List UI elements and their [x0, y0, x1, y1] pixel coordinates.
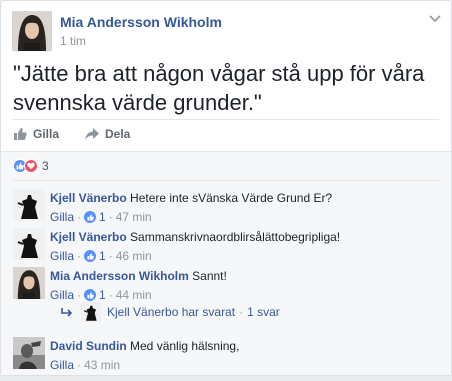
share-arrow-icon [85, 128, 99, 140]
like-icon [84, 289, 97, 301]
chevron-down-icon[interactable] [428, 14, 442, 24]
comment-author[interactable]: Kjell Vänerbo [50, 191, 127, 205]
comment-like-count[interactable]: 1 [99, 249, 106, 263]
separator: · [108, 210, 113, 224]
comment-text: Sannt! [192, 269, 227, 283]
replies-text: Kjell Vänerbo har svarat [107, 305, 236, 319]
comment-meta: Gilla · 1 · 46 min [50, 249, 152, 263]
comment-like-button[interactable]: Gilla [50, 288, 74, 302]
separator: · [77, 288, 82, 302]
like-icon [84, 211, 97, 223]
separator: · [77, 249, 82, 263]
reply-arrow-icon [61, 308, 73, 317]
separator: · [77, 358, 82, 372]
comment-text: Sammanskrivnaordblirsålättobegripliga! [130, 230, 341, 244]
comment-text: Hetere inte sVänska Värde Grund Er? [130, 191, 333, 205]
comment-like-count[interactable]: 1 [99, 288, 106, 302]
avatar[interactable] [13, 189, 45, 221]
comment-timestamp[interactable]: 47 min [116, 210, 152, 224]
post-author[interactable]: Mia Andersson Wikholm [60, 14, 222, 30]
like-icon [84, 250, 97, 262]
like-button-label: Gilla [33, 127, 60, 141]
separator: · [108, 249, 113, 263]
post-text: "Jätte bra att någon vågar stå upp för v… [13, 61, 425, 115]
love-icon [24, 158, 38, 173]
replies-link[interactable]: Kjell Vänerbo har svarat · 1 svar [61, 301, 280, 323]
post-actions: Gilla Dela [13, 119, 439, 147]
comment-like-button[interactable]: Gilla [50, 210, 74, 224]
reaction-summary[interactable]: 3 [13, 157, 439, 181]
post-header: Mia Andersson Wikholm 1 tim [12, 11, 442, 51]
reaction-count: 3 [42, 158, 49, 173]
separator: · [77, 210, 82, 224]
replies-count: 1 svar [247, 305, 280, 319]
comment-meta: Gilla · 1 · 44 min [50, 288, 152, 302]
comment-like-button[interactable]: Gilla [50, 249, 74, 263]
comment-timestamp[interactable]: 43 min [84, 358, 120, 372]
comment-like-count[interactable]: 1 [99, 210, 106, 224]
post-timestamp[interactable]: 1 tim [60, 34, 86, 48]
share-button-label: Dela [105, 127, 131, 141]
comment-meta: Gilla · 43 min [50, 358, 120, 372]
thumbs-up-icon [14, 128, 27, 140]
comment-meta: Gilla · 1 · 47 min [50, 210, 152, 224]
avatar [81, 302, 101, 322]
comment-text: Med vänlig hälsning, [130, 339, 240, 353]
comment-like-button[interactable]: Gilla [50, 358, 74, 372]
separator: · [239, 305, 244, 319]
comment-author[interactable]: David Sundin [50, 339, 127, 353]
comment-timestamp[interactable]: 46 min [116, 249, 152, 263]
comment-author[interactable]: Kjell Vänerbo [50, 230, 127, 244]
separator: · [108, 288, 113, 302]
comment: Kjell Vänerbo Sammanskrivnaordblirsålätt… [13, 228, 439, 272]
comment-author[interactable]: Mia Andersson Wikholm [50, 269, 189, 283]
comment: Kjell Vänerbo Hetere inte sVänska Värde … [13, 189, 439, 233]
comment-timestamp[interactable]: 44 min [116, 288, 152, 302]
share-button[interactable]: Dela [85, 127, 130, 141]
like-button[interactable]: Gilla [13, 127, 59, 141]
avatar[interactable] [13, 267, 45, 299]
comment: David Sundin Med vänlig hälsning, Gilla … [13, 337, 439, 381]
avatar[interactable] [12, 11, 52, 51]
post-card: Mia Andersson Wikholm 1 tim "Jätte bra a… [0, 0, 452, 376]
avatar[interactable] [13, 337, 45, 369]
avatar[interactable] [13, 228, 45, 260]
